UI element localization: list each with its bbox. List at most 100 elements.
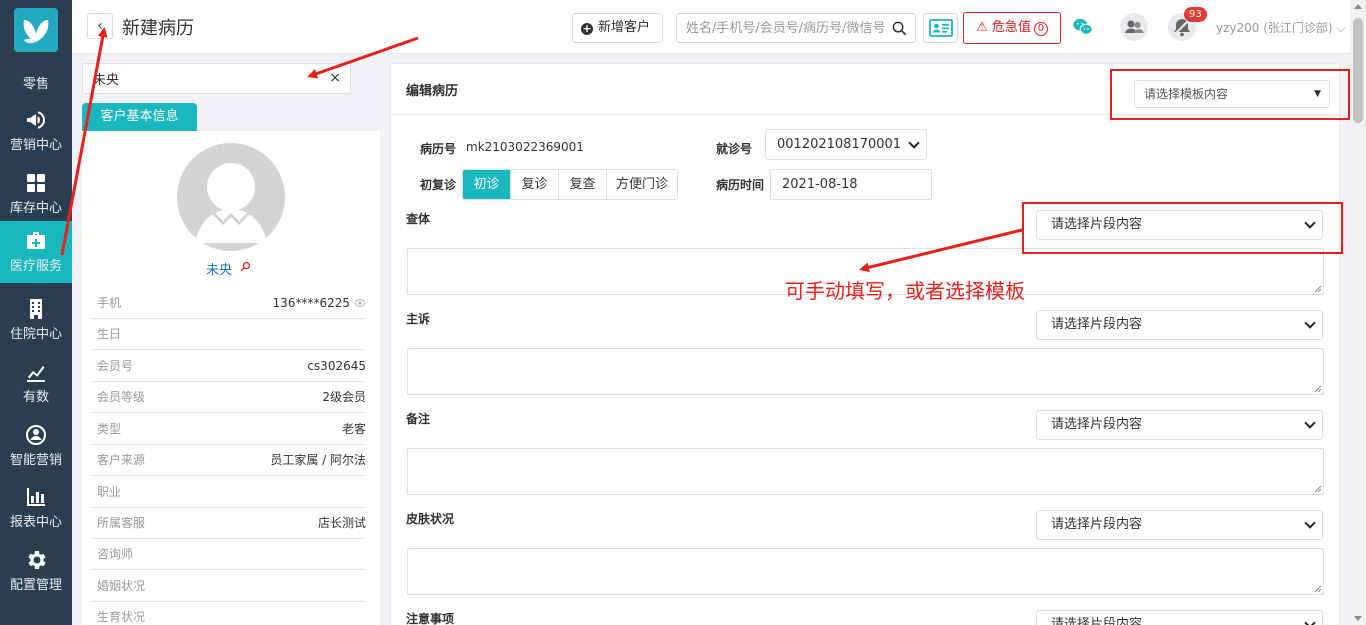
section-label-exam: 查体 [406,212,431,226]
critical-value-button[interactable]: ⚠ 危急值 0 [963,12,1061,44]
user-menu[interactable]: yzy200 (张江门诊部) ⌵ [1216,19,1346,36]
butterfly-logo-icon [23,20,49,44]
eye-icon[interactable] [354,299,366,307]
record-time-input[interactable]: 2021-08-18 [770,169,932,200]
annotation-highlight-segment [1022,202,1343,254]
scroll-up-arrow-icon[interactable] [1354,4,1362,9]
info-row-consultant: 咨询师 [90,539,366,570]
segment-select-skin[interactable]: 请选择片段内容 [1036,510,1323,540]
scroll-thumb[interactable] [1353,18,1363,123]
info-value: 136****6225 [273,288,366,319]
info-key: 手机 [97,296,122,310]
info-row-fertility-status: 生育状况 [90,602,366,625]
sidebar-item-settings[interactable]: 配置管理 [0,540,72,602]
id-card-icon [929,19,953,37]
visit-no-label: 就诊号 [716,142,753,156]
sidebar-item-label: 住院中心 [9,327,62,342]
chevron-down-icon [1304,417,1316,429]
sidebar-item-marketing[interactable]: 营销中心 [0,100,72,162]
scroll-down-arrow-icon[interactable] [1354,616,1362,621]
sidebar-item-inpatient[interactable]: 住院中心 [0,289,72,351]
record-title: 编辑病历 [406,84,459,99]
wechat-icon[interactable] [1072,16,1094,38]
info-key: 会员号 [97,359,134,373]
visit-type-segmented: 初诊 复诊 复查 方便门诊 [462,169,678,200]
segment-select-notes[interactable]: 请选择片段内容 [1036,610,1323,625]
sidebar-item-label: 医疗服务 [9,259,62,274]
sidebar-item-label: 报表中心 [9,515,62,530]
info-row-phone: 手机 136****6225 [90,288,366,319]
hospital-icon [24,297,48,321]
sidebar-item-medical-service[interactable]: 医疗服务 [0,221,72,283]
visit-type-clinic[interactable]: 方便门诊 [607,170,677,199]
search-icon[interactable] [892,21,907,36]
back-button[interactable]: ‹ [87,13,113,39]
clear-icon[interactable]: × [329,70,341,86]
group-users-icon[interactable] [1120,13,1148,41]
info-row-type: 类型 老客 [90,414,366,445]
annotation-highlight-template [1110,69,1350,120]
app-logo[interactable] [14,8,58,52]
segment-select-remarks[interactable]: 请选择片段内容 [1036,410,1323,440]
info-key: 生育状况 [97,610,146,624]
section-label-notes: 注意事项 [406,612,455,625]
tab-customer-basic-info[interactable]: 客户基本信息 [82,103,197,131]
smart-marketing-icon [24,423,48,447]
visit-type-first[interactable]: 初诊 [463,170,511,199]
notification-badge: 93 [1184,7,1207,22]
sidebar-item-label: 有数 [22,390,49,405]
info-value: 员工家属 / 阿尔法 [270,453,366,467]
section-label-remarks: 备注 [406,412,431,426]
resize-grip-icon[interactable] [1314,485,1322,493]
critical-value-label: 危急值 [991,20,1031,35]
sidebar-item-smart-marketing[interactable]: 智能营销 [0,415,72,477]
sidebar-item-label: 营销中心 [9,138,62,153]
add-customer-button[interactable]: + 新增客户 [572,13,663,43]
record-no-value: mk2103022369001 [466,140,584,154]
trend-chart-icon [24,360,48,384]
info-row-marital-status: 婚姻状况 [90,571,366,602]
resize-grip-icon[interactable] [1314,285,1322,293]
id-card-button[interactable] [923,13,958,43]
chevron-down-icon [1304,517,1316,529]
visit-type-return[interactable]: 复诊 [511,170,559,199]
segment-select-value: 请选择片段内容 [1051,517,1143,532]
medical-record-panel: 编辑病历 请选择模板内容 ▼ 病历号 mk2103022369001 就诊号 0… [390,63,1340,625]
medical-kit-icon [24,229,48,253]
section-label-skin: 皮肤状况 [406,512,455,526]
textarea-complaint[interactable] [407,348,1324,395]
info-row-source: 客户来源 员工家属 / 阿尔法 [90,445,366,476]
visit-no-select[interactable]: 001202108170001 [765,129,927,160]
sidebar-item-data[interactable]: 有数 [0,352,72,414]
sidebar-item-reports[interactable]: 报表中心 [0,477,72,539]
add-customer-label: 新增客户 [598,20,651,35]
sidebar-item-inventory[interactable]: 库存中心 [0,163,72,225]
textarea-skin[interactable] [407,548,1324,595]
customer-name[interactable]: 未央 [206,259,232,278]
global-search [676,13,916,43]
sidebar: 零售 营销中心 库存中心 医疗服务 住院中心 有数 智能营销 报表中心 配置管理 [0,0,72,625]
info-value: cs302645 [307,359,366,373]
info-key: 婚姻状况 [97,579,146,593]
page-scrollbar[interactable] [1350,0,1366,625]
info-row-occupation: 职业 [90,477,366,508]
customer-search-input[interactable] [83,64,323,93]
textarea-remarks[interactable] [407,448,1324,495]
resize-grip-icon[interactable] [1314,585,1322,593]
warning-icon: ⚠ [976,20,988,35]
segment-select-complaint[interactable]: 请选择片段内容 [1036,310,1323,340]
info-value: 店长测试 [317,516,366,530]
info-key: 咨询师 [97,547,134,561]
record-time-label: 病历时间 [716,178,765,192]
search-input[interactable] [677,14,887,42]
info-row-member-no: 会员号 cs302645 [90,351,366,382]
annotation-text: 可手动填写，或者选择模板 [785,279,1025,303]
gear-icon [24,548,48,572]
resize-grip-icon[interactable] [1314,385,1322,393]
plus-icon: + [581,22,593,35]
info-key: 所属客服 [97,516,146,530]
search-tag-icon[interactable] [240,261,251,272]
sidebar-item-label: 智能营销 [9,453,62,468]
avatar [177,143,285,251]
visit-type-recheck[interactable]: 复查 [559,170,607,199]
